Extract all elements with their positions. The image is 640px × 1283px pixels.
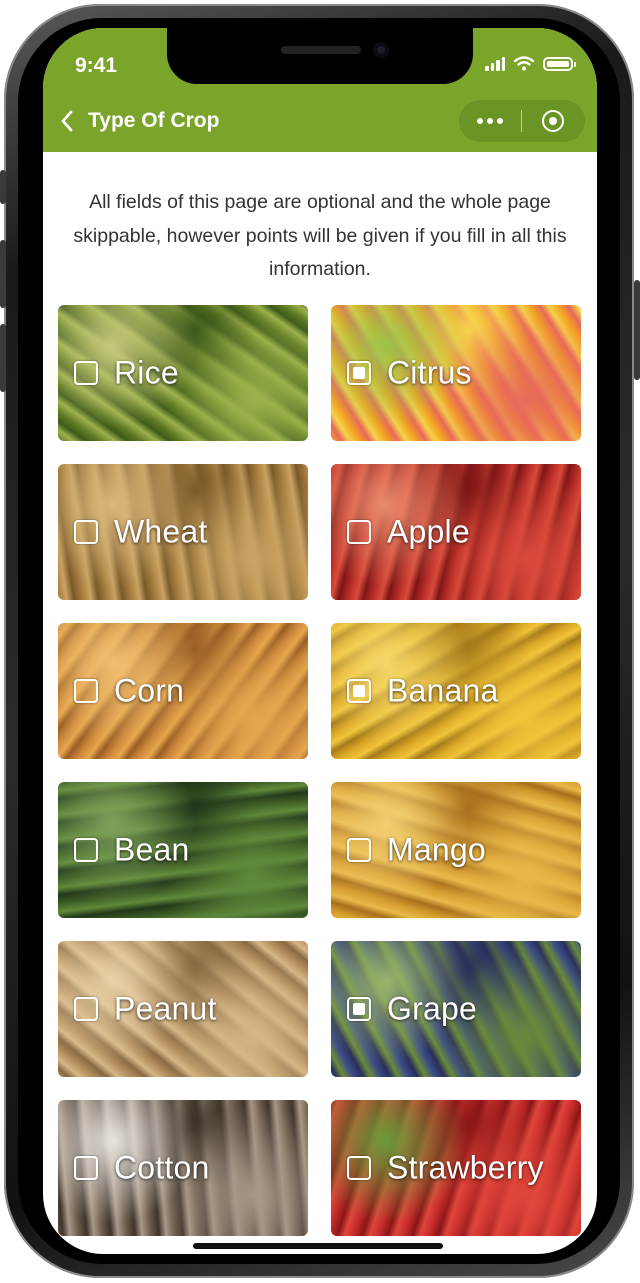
crop-option-bean[interactable]: Bean [58,782,308,918]
miniprogram-capsule [459,100,585,142]
checkbox[interactable] [74,838,98,862]
wifi-icon [514,56,534,71]
checkbox[interactable] [347,838,371,862]
crop-option-apple[interactable]: Apple [331,464,581,600]
crop-label: Wheat [114,513,208,550]
checkbox[interactable] [347,997,371,1021]
checkbox[interactable] [74,361,98,385]
crop-option-cotton[interactable]: Cotton [58,1100,308,1236]
crop-label: Corn [114,672,185,709]
crop-option-peanut[interactable]: Peanut [58,941,308,1077]
checkbox[interactable] [347,361,371,385]
checkbox[interactable] [347,679,371,703]
crop-option-mango[interactable]: Mango [331,782,581,918]
status-time: 9:41 [75,54,118,77]
power-button [634,280,640,380]
crop-option-corn[interactable]: Corn [58,623,308,759]
screen: 9:41 Type Of Crop All fields of this pag… [43,28,597,1254]
battery-icon [543,56,576,71]
crop-label: Mango [387,831,486,868]
crop-option-strawberry[interactable]: Strawberry [331,1100,581,1236]
close-miniprogram-button[interactable] [522,100,584,142]
crop-label: Apple [387,513,470,550]
checkbox[interactable] [74,520,98,544]
crop-label: Bean [114,831,190,868]
crop-option-banana[interactable]: Banana [331,623,581,759]
volume-up-button [0,240,6,308]
crop-option-citrus[interactable]: Citrus [331,305,581,441]
status-icons [485,56,576,71]
intro-text: All fields of this page are optional and… [73,191,567,280]
crop-label: Rice [114,354,179,391]
checkbox[interactable] [347,520,371,544]
checkbox[interactable] [74,997,98,1021]
more-dots-icon [477,118,503,124]
front-camera [373,42,389,58]
mute-switch [0,170,6,204]
crop-label: Banana [387,672,499,709]
crop-option-grape[interactable]: Grape [331,941,581,1077]
checkbox[interactable] [74,1156,98,1180]
notch [167,28,473,84]
crop-option-wheat[interactable]: Wheat [58,464,308,600]
back-button[interactable] [57,108,77,134]
checkbox[interactable] [347,1156,371,1180]
crop-option-rice[interactable]: Rice [58,305,308,441]
home-indicator [193,1243,443,1249]
target-icon [542,110,564,132]
crop-label: Strawberry [387,1149,544,1186]
checkbox[interactable] [74,679,98,703]
crop-label: Peanut [114,990,217,1027]
earpiece-speaker [281,46,361,54]
more-button[interactable] [459,100,521,142]
crop-label: Cotton [114,1149,210,1186]
crop-label: Citrus [387,354,472,391]
crop-label: Grape [387,990,477,1027]
cellular-signal-icon [485,56,505,71]
chevron-left-icon [61,110,73,132]
volume-down-button [0,324,6,392]
page-title: Type Of Crop [88,109,220,132]
